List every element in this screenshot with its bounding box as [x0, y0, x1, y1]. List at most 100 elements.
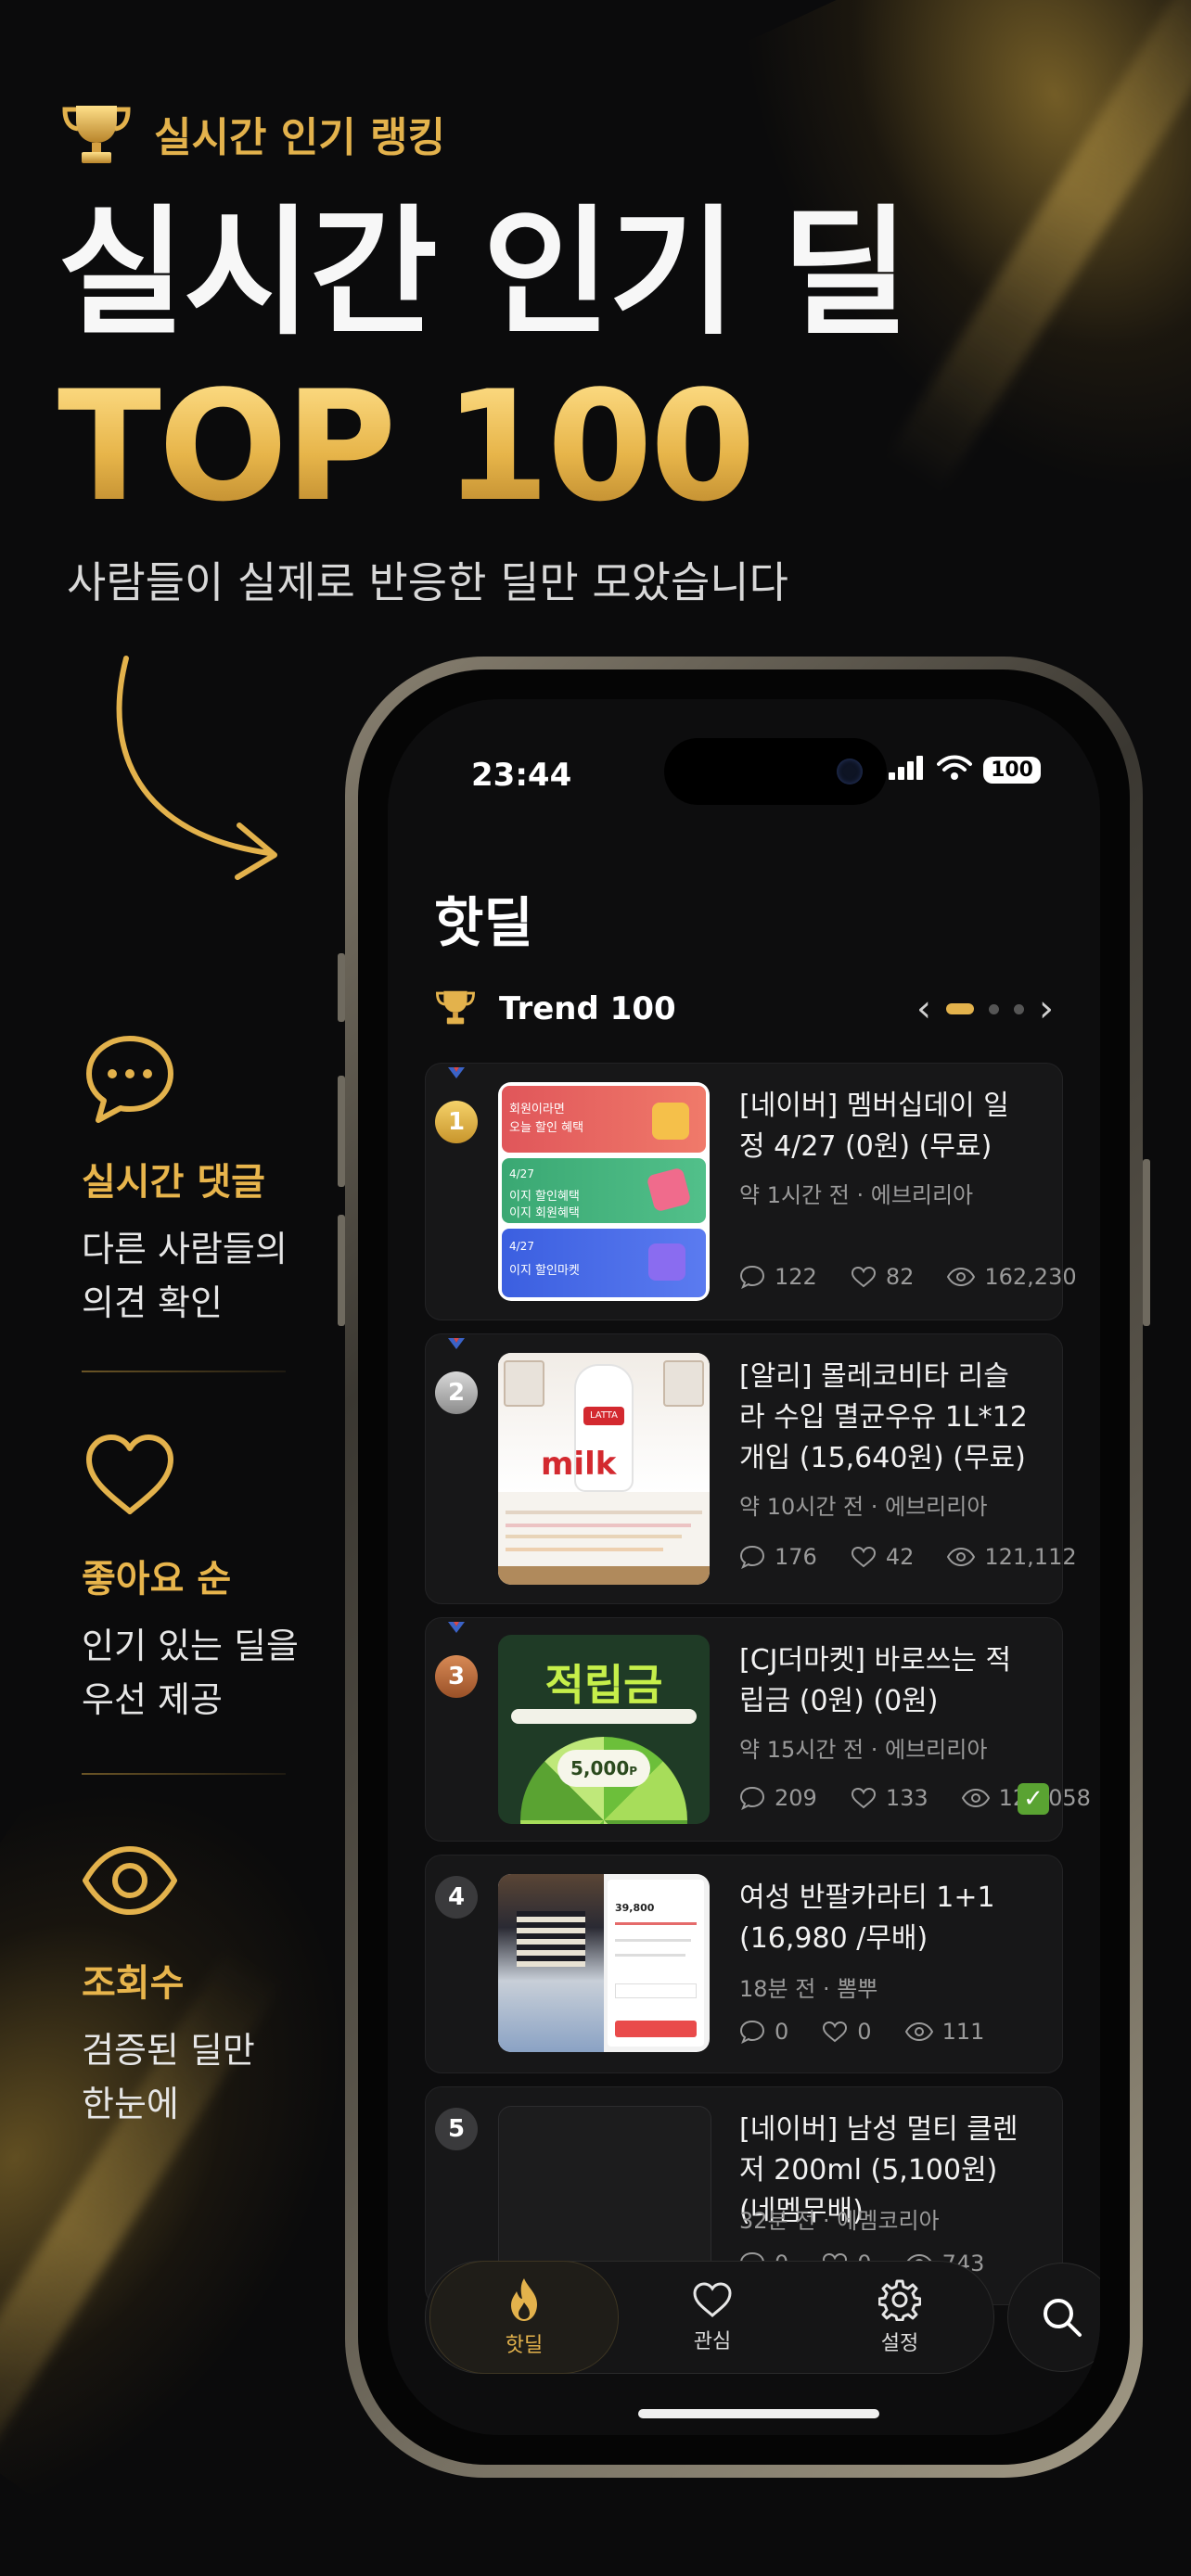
eye-icon: [961, 1788, 990, 1808]
heart-icon: [851, 1787, 876, 1809]
deal-thumbnail: 적립금 5,000P: [498, 1635, 710, 1824]
rank-badge-silver: 2: [435, 1371, 478, 1414]
deal-card[interactable]: 4 39,800 여성 반팔카라티 1+1 (16,980 /무배) 18분 전…: [425, 1855, 1063, 2073]
like-count: 133: [851, 1785, 928, 1811]
phone-frame: 23:44 100 핫딜 Trend 100 ‹ › 1 회원이라면 오늘 할인…: [345, 657, 1143, 2478]
deal-stats: 122 82 162,230: [739, 1264, 1077, 1290]
product-detail: 39,800: [608, 1880, 704, 2047]
trophy-icon: [59, 100, 134, 167]
phone-power-button: [1143, 1159, 1150, 1326]
trophy-icon: [652, 1103, 689, 1140]
home-indicator[interactable]: [638, 2409, 879, 2418]
milk-pack-icon: [663, 1360, 704, 1407]
status-indicators: 100: [889, 755, 1041, 784]
comment-icon: [739, 1265, 765, 1289]
deal-card[interactable]: 3 적립금 5,000P [CJ더마켓] 바로쓰는 적립금 (0원) (0원) …: [425, 1617, 1091, 1842]
checkmark-icon[interactable]: ✓: [1018, 1783, 1049, 1815]
tab-hotdeal[interactable]: 핫딜: [429, 2261, 619, 2374]
deal-meta: 약 15시간 전 · 에브리리아: [739, 1737, 988, 1763]
view-count: 121,112: [947, 1544, 1077, 1570]
view-count: 162,230: [947, 1264, 1077, 1290]
rank-badge-bronze: 3: [435, 1655, 478, 1698]
tab-favorites[interactable]: 관심: [619, 2262, 806, 2373]
battery-indicator: 100: [983, 756, 1041, 784]
thumb-banner: 4/27 이지 할인마켓: [502, 1229, 706, 1297]
deal-meta: 18분 전 · 뽐뿌: [739, 1976, 878, 2002]
rank-badge-gold: 1: [435, 1101, 478, 1143]
feature-title: 조회수: [82, 1962, 185, 2005]
deal-card[interactable]: 1 회원이라면 오늘 할인 혜택 4/27 이지 할인혜택 이지 회원혜택 4/…: [425, 1063, 1077, 1320]
search-button[interactable]: [1007, 2263, 1100, 2372]
deal-meta: 32분 전 · 에멤코리아: [739, 2208, 940, 2234]
heart-icon: [693, 2282, 732, 2318]
divider: [82, 1773, 286, 1775]
feature-title: 좋아요 순: [82, 1558, 232, 1600]
hero-highlight: TOP 100: [58, 358, 756, 535]
eye-icon: [82, 1832, 178, 1929]
pager-dot[interactable]: [1014, 1003, 1024, 1014]
phone-bezel: 23:44 100 핫딜 Trend 100 ‹ › 1 회원이라면 오늘 할인…: [358, 670, 1130, 2465]
comment-count: 176: [739, 1544, 817, 1570]
fire-icon: [511, 2278, 537, 2321]
rank-badge: 4: [435, 1876, 478, 1919]
eye-icon: [904, 2021, 933, 2042]
tab-settings[interactable]: 설정: [806, 2262, 993, 2373]
pager-dot-active[interactable]: [946, 1003, 974, 1014]
comment-count: 209: [739, 1785, 817, 1811]
trend-label: Trend 100: [499, 990, 676, 1027]
trend-pager: ‹ ›: [916, 990, 1054, 1027]
hero-kicker: 실시간 인기 랭킹: [59, 100, 445, 167]
heart-icon: [823, 2021, 848, 2043]
comment-count: 0: [739, 2019, 788, 2045]
trend-header: Trend 100 ‹ ›: [434, 981, 1054, 1037]
view-count: 111: [904, 2019, 984, 2045]
thumb-banner: 4/27 이지 할인혜택 이지 회원혜택: [502, 1158, 706, 1223]
deal-meta: 약 10시간 전 · 에브리리아: [739, 1494, 988, 1520]
feature-likes: 좋아요 순 인기 있는 딜을 우선 제공: [82, 1428, 304, 1727]
wifi-icon: [937, 755, 973, 784]
page-title: 핫딜: [434, 891, 533, 954]
medal-ribbon-icon: [448, 1622, 465, 1633]
deal-card[interactable]: 2 LATTA milk [알리] 몰레코비타 리슬라 수입 멸균우유 1L*1…: [425, 1333, 1077, 1604]
comment-icon: [739, 1545, 765, 1569]
dynamic-island: [664, 738, 887, 805]
card-icon: [646, 1167, 692, 1213]
search-icon: [1044, 2299, 1082, 2337]
chevron-left-icon[interactable]: ‹: [916, 990, 931, 1027]
heart-icon: [851, 1546, 876, 1568]
chevron-right-icon[interactable]: ›: [1039, 990, 1054, 1027]
tab-bar: 핫딜 관심 설정: [425, 2261, 994, 2374]
deal-meta: 약 1시간 전 · 에브리리아: [739, 1182, 974, 1208]
deal-thumbnail: LATTA milk: [498, 1353, 710, 1585]
like-count: 42: [851, 1544, 914, 1570]
heart-icon: [82, 1428, 178, 1524]
comment-icon: [739, 2020, 765, 2044]
product-photo: [498, 1874, 604, 2052]
feature-comments: 실시간 댓글 다른 사람들의 의견 확인: [82, 1031, 304, 1330]
pager-dot[interactable]: [989, 1003, 999, 1014]
phone-action-button: [338, 953, 345, 1022]
curved-arrow-icon: [116, 656, 277, 880]
chat-bubble-icon: [82, 1031, 178, 1128]
status-time: 23:44: [471, 757, 572, 794]
comment-count: 122: [739, 1264, 817, 1290]
like-count: 0: [822, 2019, 872, 2045]
deal-title[interactable]: [알리] 몰레코비타 리슬라 수입 멸균우유 1L*12개입 (15,640원)…: [739, 1357, 1034, 1479]
deal-title[interactable]: 여성 반팔카라티 1+1 (16,980 /무배): [739, 1878, 1034, 1959]
deal-stats: 0 0 111: [739, 2019, 984, 2045]
deal-title[interactable]: [네이버] 멤버십데이 일정 4/27 (0원) (무료): [739, 1086, 1034, 1167]
phone-volume-up: [338, 1076, 345, 1187]
camera-icon: [837, 759, 863, 784]
deal-title[interactable]: [CJ더마켓] 바로쓰는 적립금 (0원) (0원): [739, 1640, 1034, 1722]
feature-title: 실시간 댓글: [82, 1161, 265, 1204]
divider: [82, 1371, 286, 1372]
hero-title: 실시간 인기 딜: [58, 193, 909, 354]
coupon-icon: [648, 1243, 685, 1281]
hero-subtitle: 사람들이 실제로 반응한 딜만 모았습니다: [67, 557, 788, 607]
medal-ribbon-icon: [448, 1338, 465, 1349]
heart-icon: [851, 1266, 876, 1288]
hero-kicker-label: 실시간 인기 랭킹: [154, 114, 445, 161]
phone-screen: 23:44 100 핫딜 Trend 100 ‹ › 1 회원이라면 오늘 할인…: [388, 699, 1100, 2435]
deal-thumbnail: 회원이라면 오늘 할인 혜택 4/27 이지 할인혜택 이지 회원혜택 4/27…: [498, 1082, 710, 1301]
signal-icon: [889, 756, 926, 784]
